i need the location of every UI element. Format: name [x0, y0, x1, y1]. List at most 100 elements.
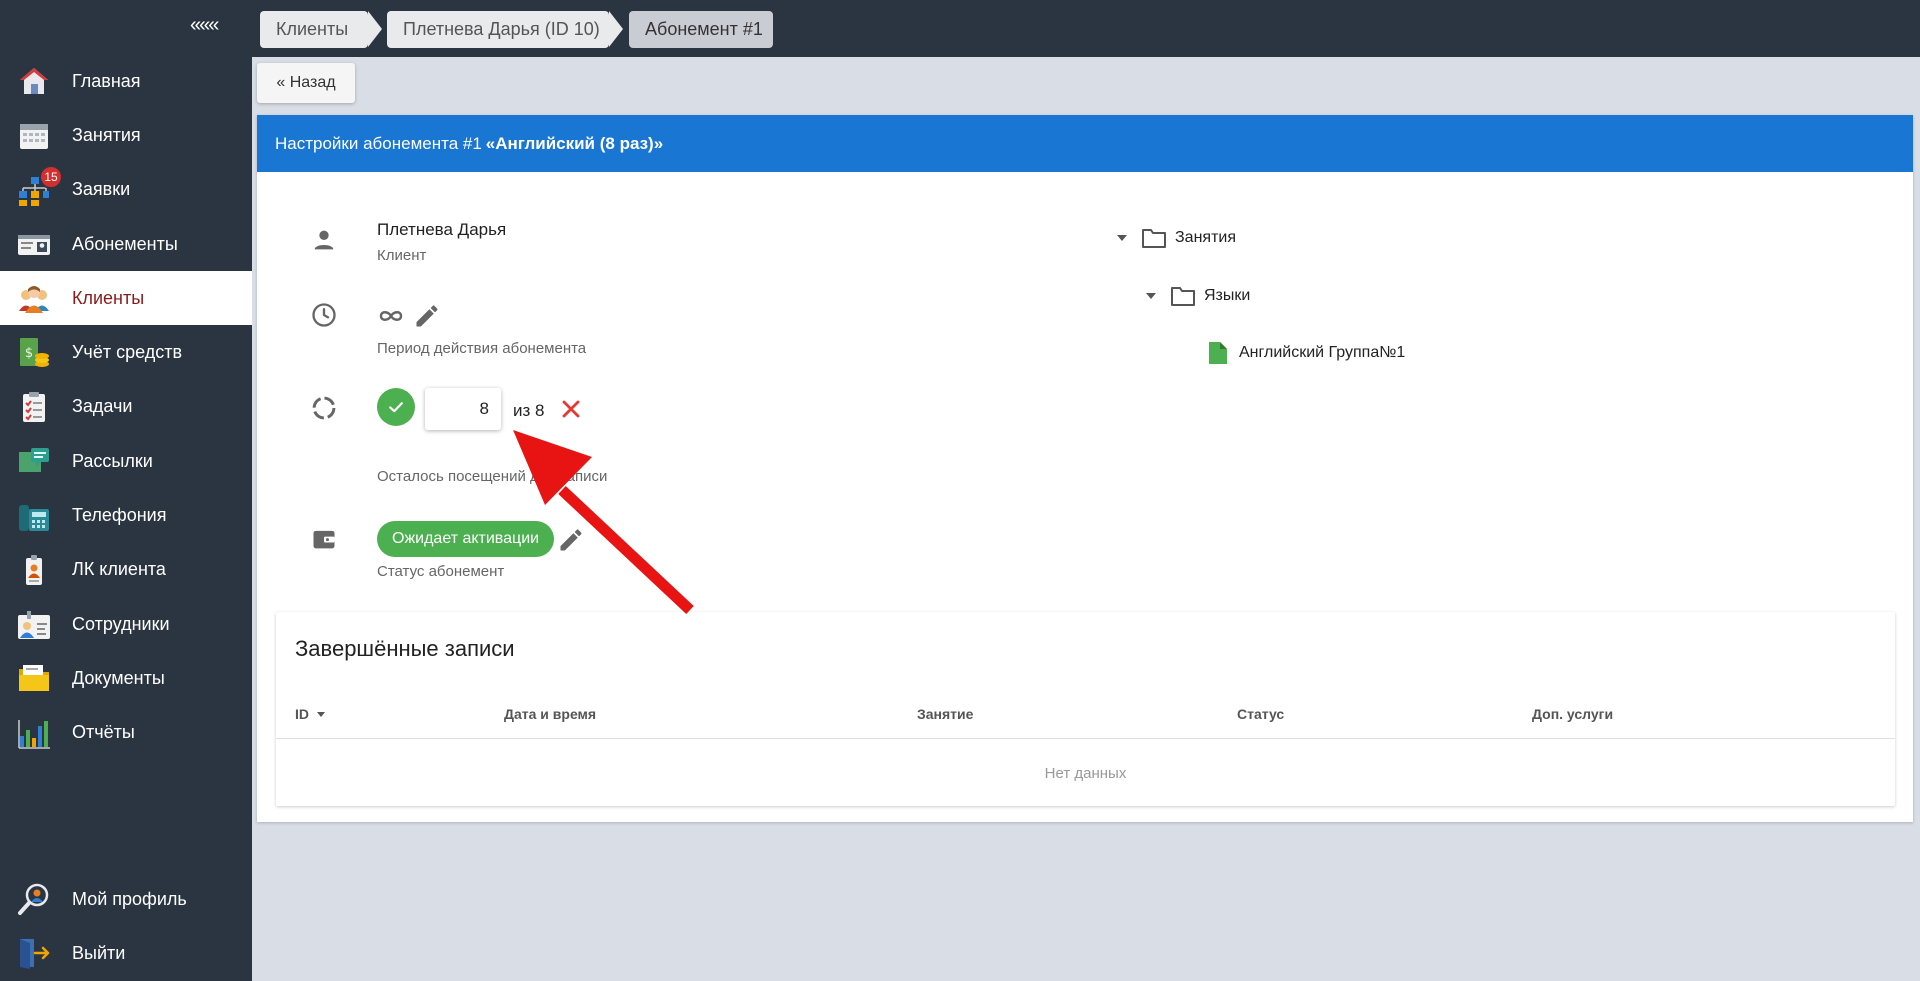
sidebar-item-label: Телефония — [72, 505, 167, 526]
home-icon — [17, 64, 51, 98]
sidebar-item-profile[interactable]: Мой профиль — [0, 872, 252, 926]
column-header-id[interactable]: ID — [295, 706, 326, 722]
sidebar-item-label: Мой профиль — [72, 888, 187, 909]
sidebar-item-logout[interactable]: Выйти — [0, 926, 252, 980]
subscription-settings-card: Настройки абонемента #1 «Английский (8 р… — [257, 115, 1913, 822]
mailing-icon — [17, 444, 51, 478]
visits-count-input[interactable] — [425, 388, 501, 430]
sidebar-item-label: Учёт средств — [72, 342, 183, 363]
sidebar-item-label: Заявки — [72, 179, 131, 200]
reports-icon — [17, 716, 51, 750]
progress-ring-icon — [310, 394, 338, 422]
sidebar-item-requests[interactable]: 15 Заявки — [0, 163, 252, 217]
column-header-lesson[interactable]: Занятие — [917, 706, 973, 722]
sidebar-nav: Главная Занятия 15 Заявки Абонементы Кли… — [0, 54, 252, 760]
tree-node-languages[interactable]: Языки — [1144, 285, 1250, 307]
breadcrumb-client[interactable]: Плетнева Дарья (ID 10) — [387, 11, 623, 48]
table-divider — [276, 738, 1895, 739]
collapse-sidebar-button[interactable]: ««« — [190, 14, 219, 37]
period-caption: Период действия абонемента — [377, 340, 587, 357]
column-header-datetime[interactable]: Дата и время — [504, 706, 596, 722]
phone-icon — [17, 499, 51, 533]
wallet-icon — [310, 525, 338, 553]
visits-total: из 8 — [513, 401, 545, 420]
sidebar-item-label: Отчёты — [72, 722, 135, 743]
breadcrumb: Клиенты Плетнева Дарья (ID 10) Абонемент… — [252, 0, 1920, 57]
sidebar-item-clients[interactable]: Клиенты — [0, 271, 252, 326]
check-icon — [389, 402, 403, 413]
person-icon — [310, 226, 338, 254]
sidebar-item-staff[interactable]: Сотрудники — [0, 597, 252, 651]
tree-node-english-group[interactable]: Английский Группа№1 — [1208, 341, 1405, 365]
column-header-extra-services[interactable]: Доп. услуги — [1532, 706, 1613, 722]
folder-icon — [1142, 229, 1166, 248]
completed-records-table: Завершённые записи ID Дата и время Занят… — [276, 612, 1895, 806]
cancel-visits-button[interactable] — [559, 397, 583, 421]
breadcrumb-subscription[interactable]: Абонемент #1 — [629, 11, 773, 48]
profile-icon — [17, 882, 51, 916]
confirm-visits-button[interactable] — [377, 388, 415, 426]
subscriptions-icon — [17, 227, 51, 261]
tree-node-label: Занятия — [1175, 229, 1236, 246]
close-icon — [562, 400, 580, 418]
clock-icon — [310, 301, 338, 329]
file-icon — [1209, 342, 1227, 364]
requests-badge: 15 — [39, 164, 63, 189]
tree-node-label: Языки — [1204, 287, 1251, 304]
sidebar-item-label: Абонементы — [72, 233, 178, 254]
client-cabinet-icon — [17, 553, 51, 587]
back-button[interactable]: « Назад — [257, 63, 355, 103]
sidebar-item-mailing[interactable]: Рассылки — [0, 434, 252, 488]
sidebar-item-finance[interactable]: $ Учёт средств — [0, 325, 252, 379]
card-title-name: «Английский (8 раз)» — [485, 133, 664, 153]
sidebar-item-label: Занятия — [72, 124, 141, 145]
table-title: Завершённые записи — [295, 636, 515, 661]
sidebar-item-documents[interactable]: Документы — [0, 651, 252, 705]
client-caption: Клиент — [377, 247, 427, 264]
sidebar: ««« Главная Занятия 15 Заявки Абонементы… — [0, 0, 252, 981]
sidebar-item-telephony[interactable]: Телефония — [0, 488, 252, 542]
sidebar-item-label: ЛК клиента — [72, 559, 166, 580]
breadcrumb-label: Абонемент #1 — [645, 19, 763, 39]
sidebar-item-label: Документы — [72, 667, 165, 688]
breadcrumb-label: Плетнева Дарья (ID 10) — [403, 19, 600, 39]
infinity-icon — [376, 302, 406, 330]
staff-icon — [17, 607, 51, 641]
tasks-icon — [17, 390, 51, 424]
sidebar-item-subscriptions[interactable]: Абонементы — [0, 217, 252, 271]
sidebar-item-label: Рассылки — [72, 450, 153, 471]
status-caption: Статус абонемент — [377, 563, 505, 580]
sidebar-item-label: Задачи — [72, 396, 133, 417]
tree-node-label: Английский Группа№1 — [1239, 344, 1406, 361]
folder-icon — [1171, 287, 1195, 306]
clients-icon — [17, 281, 51, 315]
svg-text:$: $ — [25, 346, 33, 361]
sidebar-item-lessons[interactable]: Занятия — [0, 108, 252, 162]
logout-icon — [17, 936, 51, 970]
edit-period-icon[interactable] — [413, 302, 441, 330]
requests-icon: 15 — [17, 164, 63, 207]
sidebar-item-label: Выйти — [72, 942, 126, 963]
sidebar-item-client-cabinet[interactable]: ЛК клиента — [0, 543, 252, 597]
breadcrumb-clients[interactable]: Клиенты — [260, 11, 382, 48]
sidebar-item-label: Клиенты — [72, 287, 145, 308]
sidebar-item-label: Главная — [72, 70, 141, 91]
sidebar-item-label: Сотрудники — [72, 613, 170, 634]
table-empty-text: Нет данных — [1044, 765, 1127, 782]
tree-node-lessons[interactable]: Занятия — [1115, 227, 1236, 249]
visits-caption: Осталось посещений для записи — [377, 468, 608, 485]
chevron-down-icon — [1146, 293, 1156, 299]
column-header-status[interactable]: Статус — [1237, 706, 1284, 722]
edit-status-icon[interactable] — [557, 526, 585, 554]
sidebar-item-tasks[interactable]: Задачи — [0, 380, 252, 434]
sidebar-item-home[interactable]: Главная — [0, 54, 252, 108]
sidebar-item-reports[interactable]: Отчёты — [0, 706, 252, 760]
sidebar-bottom-nav: Мой профиль Выйти — [0, 872, 252, 981]
breadcrumb-label: Клиенты — [276, 19, 349, 39]
client-name[interactable]: Плетнева Дарья — [377, 220, 506, 240]
status-chip[interactable]: Ожидает активации — [377, 521, 555, 557]
money-icon: $ — [17, 336, 51, 370]
card-header: Настройки абонемента #1 «Английский (8 р… — [257, 115, 1913, 172]
documents-icon — [17, 661, 51, 695]
sort-down-icon — [316, 712, 325, 717]
